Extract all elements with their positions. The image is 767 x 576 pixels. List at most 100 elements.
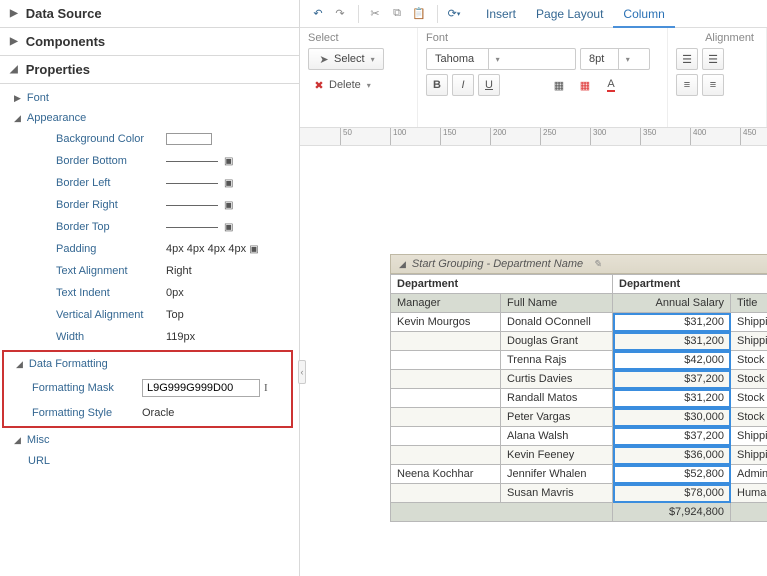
design-canvas[interactable]: ◢ Start Grouping - Department Name ✎ Dep… <box>300 146 767 576</box>
prop-width[interactable]: Width119px <box>28 326 299 348</box>
cell-manager[interactable] <box>391 332 501 351</box>
color-swatch[interactable] <box>166 133 212 145</box>
border-button[interactable]: ▦ <box>548 74 570 96</box>
cell-salary[interactable]: $37,200 <box>613 370 731 389</box>
prop-padding[interactable]: Padding4px 4px 4px 4px ▣ <box>28 238 299 260</box>
paste-icon[interactable]: 📋 <box>409 4 429 24</box>
col-title[interactable]: Title <box>731 294 767 313</box>
cell-salary[interactable]: $42,000 <box>613 351 731 370</box>
cell-manager[interactable]: Neena Kochhar <box>391 465 501 484</box>
cell-title[interactable]: Humar <box>731 484 767 503</box>
edit-icon[interactable]: ▣ <box>224 178 233 189</box>
cut-icon[interactable]: ✂ <box>365 4 385 24</box>
dept-header[interactable]: Department <box>391 275 613 294</box>
cell-salary[interactable]: $37,200 <box>613 427 731 446</box>
align-left-button[interactable]: ≡ <box>676 74 698 96</box>
cell-fullname[interactable]: Kevin Feeney <box>501 446 613 465</box>
cell-fullname[interactable]: Randall Matos <box>501 389 613 408</box>
cell-manager[interactable] <box>391 427 501 446</box>
font-color-button[interactable]: A <box>600 74 622 96</box>
cell-manager[interactable] <box>391 370 501 389</box>
section-components[interactable]: ▶ Components <box>0 28 299 56</box>
prop-text-indent[interactable]: Text Indent0px <box>28 282 299 304</box>
cell-title[interactable]: Shippi <box>731 446 767 465</box>
cell-fullname[interactable]: Susan Mavris <box>501 484 613 503</box>
col-manager[interactable]: Manager <box>391 294 501 313</box>
undo-icon[interactable]: ↶ <box>308 4 328 24</box>
edit-icon[interactable]: ▣ <box>224 200 233 211</box>
cell-title[interactable]: Shippi <box>731 427 767 446</box>
tab-page-layout[interactable]: Page Layout <box>526 0 613 28</box>
prop-border-right[interactable]: Border Right▣ <box>28 194 299 216</box>
dept-header[interactable]: Department <box>613 275 767 294</box>
cell-manager[interactable] <box>391 446 501 465</box>
cell-fullname[interactable]: Donald OConnell <box>501 313 613 332</box>
prop-formatting-mask[interactable]: Formatting Mask I <box>4 374 291 402</box>
section-properties[interactable]: ◢ Properties <box>0 56 299 84</box>
pencil-icon[interactable]: ✎ <box>593 259 601 270</box>
prop-border-top[interactable]: Border Top▣ <box>28 216 299 238</box>
prop-data-formatting[interactable]: ◢ Data Formatting <box>4 354 291 374</box>
sidebar-drag-handle[interactable] <box>298 360 306 384</box>
cell-title[interactable]: Stock ( <box>731 389 767 408</box>
cell-title[interactable]: Shippi <box>731 313 767 332</box>
edit-icon[interactable]: ▣ <box>249 244 258 255</box>
font-name-combo[interactable]: Tahoma▾ <box>426 48 576 70</box>
col-salary[interactable]: Annual Salary <box>613 294 731 313</box>
refresh-icon[interactable]: ⟳▾ <box>444 4 464 24</box>
prop-valign[interactable]: Vertical AlignmentTop <box>28 304 299 326</box>
formatting-mask-input[interactable] <box>142 379 260 397</box>
cell-title[interactable]: Admini <box>731 465 767 484</box>
cell-fullname[interactable]: Trenna Rajs <box>501 351 613 370</box>
cell-title[interactable]: Stock ( <box>731 370 767 389</box>
tab-column[interactable]: Column <box>613 0 674 28</box>
prop-appearance[interactable]: ◢ Appearance <box>0 108 299 128</box>
prop-bg-color[interactable]: Background Color <box>28 128 299 150</box>
cell-manager[interactable] <box>391 484 501 503</box>
bold-button[interactable]: B <box>426 74 448 96</box>
prop-border-left[interactable]: Border Left▣ <box>28 172 299 194</box>
cell-salary[interactable]: $52,800 <box>613 465 731 484</box>
underline-button[interactable]: U <box>478 74 500 96</box>
cell-fullname[interactable]: Curtis Davies <box>501 370 613 389</box>
cell-fullname[interactable]: Alana Walsh <box>501 427 613 446</box>
prop-text-align[interactable]: Text AlignmentRight <box>28 260 299 282</box>
delete-button[interactable]: ✖Delete▾ <box>308 74 375 96</box>
group-header[interactable]: ◢ Start Grouping - Department Name ✎ <box>390 254 767 274</box>
cell-fullname[interactable]: Peter Vargas <box>501 408 613 427</box>
edit-icon[interactable]: ▣ <box>224 222 233 233</box>
prop-misc[interactable]: ◢ Misc <box>0 430 299 450</box>
cell-salary[interactable]: $78,000 <box>613 484 731 503</box>
cell-manager[interactable] <box>391 408 501 427</box>
cell-salary[interactable]: $31,200 <box>613 389 731 408</box>
cell-title[interactable]: Stock ( <box>731 351 767 370</box>
prop-border-bottom[interactable]: Border Bottom▣ <box>28 150 299 172</box>
italic-button[interactable]: I <box>452 74 474 96</box>
cell-salary[interactable]: $31,200 <box>613 313 731 332</box>
cell-manager[interactable] <box>391 351 501 370</box>
edit-icon[interactable]: ▣ <box>224 156 233 167</box>
font-size-combo[interactable]: 8pt▾ <box>580 48 650 70</box>
fill-color-button[interactable]: ▦ <box>574 74 596 96</box>
cell-salary[interactable]: $36,000 <box>613 446 731 465</box>
prop-formatting-style[interactable]: Formatting Style Oracle <box>4 402 291 424</box>
select-button[interactable]: ➤Select▾ <box>308 48 384 70</box>
copy-icon[interactable]: ⧉ <box>387 4 407 24</box>
cell-manager[interactable] <box>391 389 501 408</box>
prop-url[interactable]: URL <box>0 450 299 472</box>
align-top-button[interactable]: ☰ <box>676 48 698 70</box>
cell-title[interactable]: Shippi <box>731 332 767 351</box>
cell-fullname[interactable]: Jennifer Whalen <box>501 465 613 484</box>
col-fullname[interactable]: Full Name <box>501 294 613 313</box>
align-middle-button[interactable]: ☰ <box>702 48 724 70</box>
redo-icon[interactable]: ↷ <box>330 4 350 24</box>
cell-salary[interactable]: $30,000 <box>613 408 731 427</box>
cell-salary[interactable]: $31,200 <box>613 332 731 351</box>
section-data-source[interactable]: ▶ Data Source <box>0 0 299 28</box>
tab-insert[interactable]: Insert <box>476 0 526 28</box>
align-center-button[interactable]: ≡ <box>702 74 724 96</box>
cell-title[interactable]: Stock ( <box>731 408 767 427</box>
cell-fullname[interactable]: Douglas Grant <box>501 332 613 351</box>
cell-manager[interactable]: Kevin Mourgos <box>391 313 501 332</box>
prop-font[interactable]: ▶ Font <box>0 88 299 108</box>
